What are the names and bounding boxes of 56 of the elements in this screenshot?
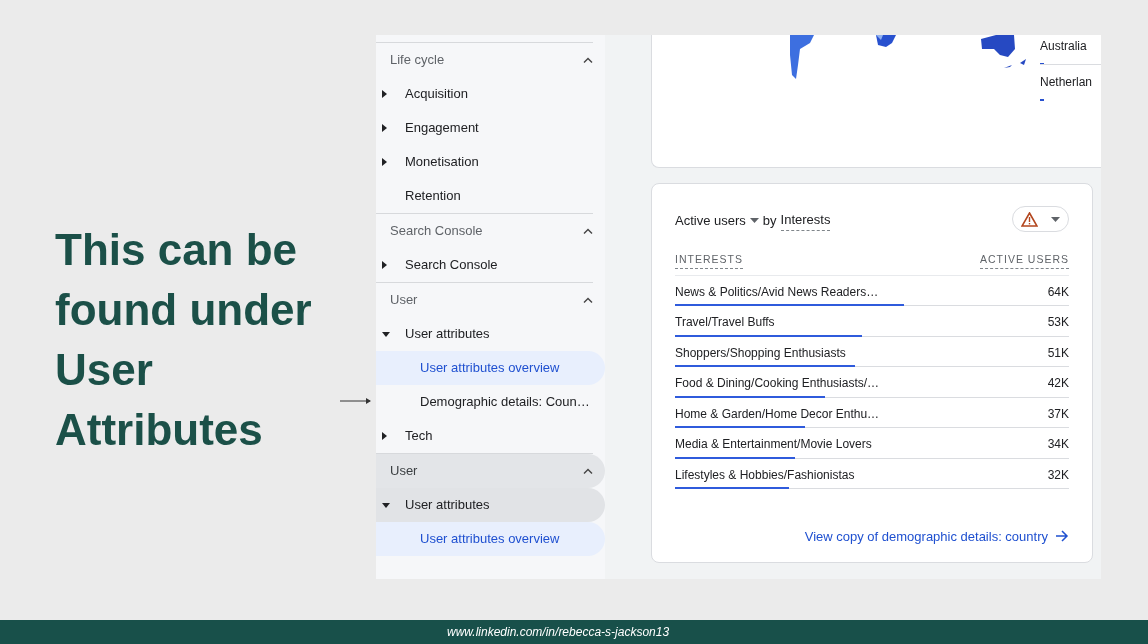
table-cell-text: 37K [1047,405,1069,423]
warning-icon [1021,211,1038,227]
section-header[interactable]: User [376,283,605,317]
footer-url: www.linkedin.com/in/rebecca-s-jackson13 [446,624,670,641]
nav-item[interactable]: Engagement [376,111,605,145]
nav-item[interactable]: Acquisition [376,77,605,111]
chevron-up-icon [583,297,593,303]
arrow-icon [340,396,372,405]
table-cell-text: 42K [1047,375,1069,393]
dimension-selector[interactable]: Interests [780,210,831,231]
table-cell-text: 32K [1047,466,1069,484]
table-cell-text: 34K [1047,436,1069,454]
view-report-link[interactable]: View copy of demographic details: country [804,526,1048,546]
legend-label: Netherlan [1040,74,1094,91]
table-cell-text: 64K [1047,283,1069,301]
table-cell-text: Media & Entertainment/Movie Lovers [675,436,872,454]
nav-item[interactable]: User attributes [376,488,605,522]
chevron-up-icon [583,228,593,234]
chevron-up-icon [583,57,593,63]
caret-down-icon[interactable] [749,217,759,223]
section-header[interactable]: User [376,454,605,488]
nav-item[interactable]: Monetisation [376,145,605,179]
table-cell-text: Lifestyles & Hobbies/Fashionistas [675,466,855,484]
nav-subitem[interactable]: User attributes overview [376,522,605,556]
legend-label: Australia [1040,38,1088,55]
table-cell-text: 51K [1047,344,1069,362]
table-cell-text: Food & Dining/Cooking Enthusiasts/… [675,375,880,393]
table-cell-text: Shoppers/Shopping Enthusiasts [675,344,846,362]
table-cell-text: 53K [1047,314,1069,332]
table-cell-text: Home & Garden/Home Decor Enthu… [675,405,880,423]
metric-selector[interactable]: Active users [675,210,746,230]
nav-subitem[interactable]: User attributes overview [376,351,605,385]
nav-item[interactable]: User attributes [376,317,605,351]
column-header[interactable]: ACTIVE USERS [979,252,1069,269]
caret-right-icon [382,90,387,98]
caret-right-icon [382,158,387,166]
caret-right-icon [382,432,387,440]
caret-down-icon [1051,216,1060,222]
slide-heading: This can be found under User Attributes [55,224,313,456]
caret-down-icon [382,331,390,337]
arrow-right-icon[interactable] [1056,530,1069,543]
nav-item[interactable]: Tech [376,419,605,453]
caret-right-icon [382,124,387,132]
title-text: by [762,211,777,230]
nav-item[interactable]: Search Console [376,248,605,282]
caret-down-icon [382,502,390,508]
table-cell-text: News & Politics/Avid News Readers… [675,283,879,301]
section-header[interactable]: Search Console [376,214,605,248]
section-header[interactable]: Life cycle [376,43,605,77]
nav-subitem[interactable]: Demographic details: Coun… [376,385,605,419]
chevron-up-icon [583,468,593,474]
caret-right-icon [382,261,387,269]
warning-dropdown-button[interactable] [1012,206,1069,232]
column-header[interactable]: INTERESTS [675,252,743,269]
table-cell-text: Travel/Travel Buffs [675,314,775,332]
nav-item[interactable]: Retention [376,179,605,213]
